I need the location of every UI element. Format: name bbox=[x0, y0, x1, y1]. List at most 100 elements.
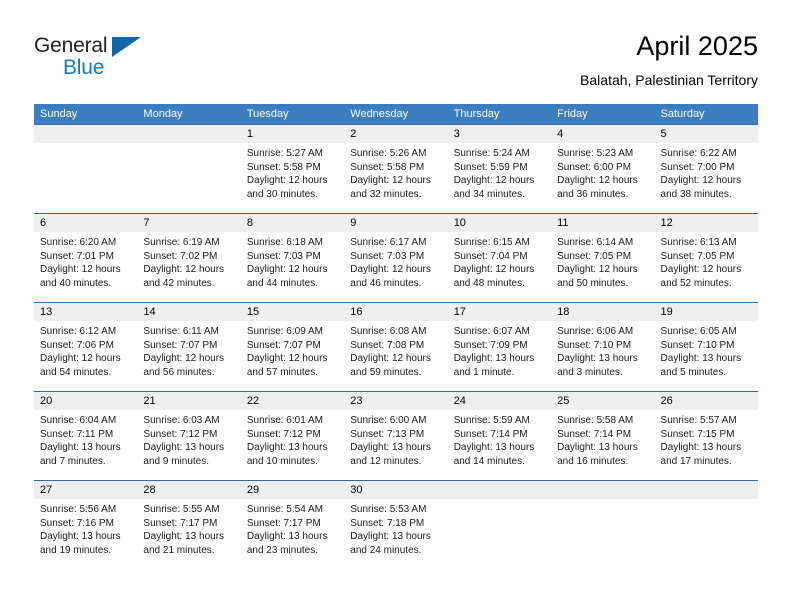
day-cell[interactable]: Sunrise: 5:55 AM Sunset: 7:17 PM Dayligh… bbox=[137, 499, 240, 569]
day-cell[interactable]: Sunrise: 6:00 AM Sunset: 7:13 PM Dayligh… bbox=[344, 410, 447, 480]
day-number[interactable]: 14 bbox=[137, 303, 240, 321]
sunrise-text: Sunrise: 6:09 AM bbox=[246, 326, 323, 337]
day-number[interactable]: 20 bbox=[34, 392, 137, 410]
day-number[interactable]: 22 bbox=[241, 392, 344, 410]
daylight-text-line1: Daylight: 12 hours bbox=[557, 175, 638, 186]
day-number[interactable]: 15 bbox=[241, 303, 344, 321]
week-daynumber-band: 1 2 3 4 5 bbox=[34, 125, 758, 143]
daylight-text-line2: and 46 minutes. bbox=[350, 277, 422, 289]
day-cell[interactable]: Sunrise: 5:26 AM Sunset: 5:58 PM Dayligh… bbox=[344, 143, 447, 213]
daylight-text-line2: and 16 minutes. bbox=[557, 455, 629, 467]
day-number[interactable]: 29 bbox=[241, 481, 344, 499]
day-cell[interactable]: Sunrise: 6:22 AM Sunset: 7:00 PM Dayligh… bbox=[655, 143, 758, 213]
day-number[interactable]: 17 bbox=[448, 303, 551, 321]
daylight-text-line2: and 56 minutes. bbox=[143, 366, 215, 378]
daylight-text-line1: Daylight: 12 hours bbox=[143, 353, 225, 364]
daylight-text-line1: Daylight: 12 hours bbox=[350, 264, 431, 275]
daylight-text-line2: and 23 minutes. bbox=[246, 544, 319, 556]
day-cell[interactable]: Sunrise: 6:13 AM Sunset: 7:05 PM Dayligh… bbox=[655, 232, 758, 302]
day-number[interactable]: 1 bbox=[241, 125, 344, 143]
sunset-text: Sunset: 7:03 PM bbox=[350, 250, 425, 262]
day-number[interactable] bbox=[655, 481, 758, 499]
daylight-text-line2: and 54 minutes. bbox=[40, 366, 112, 378]
day-number[interactable]: 16 bbox=[344, 303, 447, 321]
brand-name-blue: Blue bbox=[63, 56, 105, 79]
day-number[interactable]: 25 bbox=[551, 392, 654, 410]
daylight-text-line2: and 44 minutes. bbox=[246, 277, 319, 289]
day-number[interactable]: 3 bbox=[448, 125, 551, 143]
day-number[interactable]: 26 bbox=[655, 392, 758, 410]
day-number[interactable]: 8 bbox=[241, 214, 344, 232]
day-number[interactable] bbox=[34, 125, 137, 143]
daylight-text-line1: Daylight: 12 hours bbox=[143, 264, 225, 275]
day-number[interactable]: 10 bbox=[448, 214, 551, 232]
day-number[interactable]: 23 bbox=[344, 392, 447, 410]
day-number[interactable]: 12 bbox=[655, 214, 758, 232]
daylight-text-line1: Daylight: 13 hours bbox=[246, 531, 328, 542]
day-number[interactable]: 21 bbox=[137, 392, 240, 410]
day-cell[interactable]: Sunrise: 5:57 AM Sunset: 7:15 PM Dayligh… bbox=[655, 410, 758, 480]
day-cell[interactable] bbox=[655, 499, 758, 569]
day-cell[interactable] bbox=[551, 499, 654, 569]
day-cell[interactable]: Sunrise: 6:12 AM Sunset: 7:06 PM Dayligh… bbox=[34, 321, 137, 391]
day-cell[interactable]: Sunrise: 6:20 AM Sunset: 7:01 PM Dayligh… bbox=[34, 232, 137, 302]
day-cell[interactable]: Sunrise: 5:59 AM Sunset: 7:14 PM Dayligh… bbox=[448, 410, 551, 480]
weekday-header-row: Sunday Monday Tuesday Wednesday Thursday… bbox=[34, 104, 758, 124]
day-cell[interactable]: Sunrise: 5:27 AM Sunset: 5:58 PM Dayligh… bbox=[241, 143, 344, 213]
daylight-text-line1: Daylight: 13 hours bbox=[350, 442, 431, 453]
sunset-text: Sunset: 7:17 PM bbox=[143, 517, 218, 529]
day-cell[interactable] bbox=[34, 143, 137, 213]
day-number[interactable] bbox=[551, 481, 654, 499]
day-number[interactable] bbox=[448, 481, 551, 499]
day-number[interactable] bbox=[137, 125, 240, 143]
day-number[interactable]: 7 bbox=[137, 214, 240, 232]
weekday-header-friday: Friday bbox=[557, 108, 588, 120]
day-cell[interactable]: Sunrise: 6:15 AM Sunset: 7:04 PM Dayligh… bbox=[448, 232, 551, 302]
day-number[interactable]: 6 bbox=[34, 214, 137, 232]
day-number[interactable]: 30 bbox=[344, 481, 447, 499]
day-number[interactable]: 4 bbox=[551, 125, 654, 143]
day-cell[interactable]: Sunrise: 5:56 AM Sunset: 7:16 PM Dayligh… bbox=[34, 499, 137, 569]
day-cell[interactable]: Sunrise: 5:24 AM Sunset: 5:59 PM Dayligh… bbox=[448, 143, 551, 213]
day-number[interactable]: 9 bbox=[344, 214, 447, 232]
day-cell[interactable]: Sunrise: 6:07 AM Sunset: 7:09 PM Dayligh… bbox=[448, 321, 551, 391]
sunset-text: Sunset: 7:14 PM bbox=[453, 428, 528, 440]
day-cell[interactable]: Sunrise: 6:17 AM Sunset: 7:03 PM Dayligh… bbox=[344, 232, 447, 302]
daylight-text-line1: Daylight: 13 hours bbox=[40, 442, 121, 453]
day-cell[interactable]: Sunrise: 6:05 AM Sunset: 7:10 PM Dayligh… bbox=[655, 321, 758, 391]
day-cell[interactable]: Sunrise: 6:19 AM Sunset: 7:02 PM Dayligh… bbox=[137, 232, 240, 302]
daylight-text-line1: Daylight: 12 hours bbox=[350, 353, 431, 364]
day-number[interactable]: 24 bbox=[448, 392, 551, 410]
day-cell[interactable]: Sunrise: 6:09 AM Sunset: 7:07 PM Dayligh… bbox=[241, 321, 344, 391]
daylight-text-line2: and 21 minutes. bbox=[143, 544, 215, 556]
day-cell[interactable]: Sunrise: 6:18 AM Sunset: 7:03 PM Dayligh… bbox=[241, 232, 344, 302]
day-number[interactable]: 28 bbox=[137, 481, 240, 499]
day-cell[interactable]: Sunrise: 5:23 AM Sunset: 6:00 PM Dayligh… bbox=[551, 143, 654, 213]
day-cell[interactable]: Sunrise: 6:11 AM Sunset: 7:07 PM Dayligh… bbox=[137, 321, 240, 391]
day-cell[interactable]: Sunrise: 5:53 AM Sunset: 7:18 PM Dayligh… bbox=[344, 499, 447, 569]
day-cell[interactable]: Sunrise: 6:14 AM Sunset: 7:05 PM Dayligh… bbox=[551, 232, 654, 302]
day-cell[interactable]: Sunrise: 6:04 AM Sunset: 7:11 PM Dayligh… bbox=[34, 410, 137, 480]
sunset-text: Sunset: 7:10 PM bbox=[557, 339, 632, 351]
day-number[interactable]: 2 bbox=[344, 125, 447, 143]
day-cell[interactable]: Sunrise: 6:03 AM Sunset: 7:12 PM Dayligh… bbox=[137, 410, 240, 480]
day-cell[interactable] bbox=[137, 143, 240, 213]
day-number[interactable]: 18 bbox=[551, 303, 654, 321]
day-number[interactable]: 27 bbox=[34, 481, 137, 499]
sunset-text: Sunset: 7:08 PM bbox=[350, 339, 425, 351]
day-number[interactable]: 19 bbox=[655, 303, 758, 321]
sunrise-text: Sunrise: 5:24 AM bbox=[453, 148, 530, 159]
sunset-text: Sunset: 7:14 PM bbox=[557, 428, 632, 440]
sunset-text: Sunset: 7:13 PM bbox=[350, 428, 425, 440]
day-number[interactable]: 5 bbox=[655, 125, 758, 143]
day-number[interactable]: 13 bbox=[34, 303, 137, 321]
day-cell[interactable]: Sunrise: 6:06 AM Sunset: 7:10 PM Dayligh… bbox=[551, 321, 654, 391]
day-cell[interactable]: Sunrise: 6:08 AM Sunset: 7:08 PM Dayligh… bbox=[344, 321, 447, 391]
sunset-text: Sunset: 7:16 PM bbox=[40, 517, 114, 529]
sunrise-text: Sunrise: 5:56 AM bbox=[40, 504, 117, 515]
day-cell[interactable] bbox=[448, 499, 551, 569]
day-cell[interactable]: Sunrise: 5:54 AM Sunset: 7:17 PM Dayligh… bbox=[241, 499, 344, 569]
day-cell[interactable]: Sunrise: 5:58 AM Sunset: 7:14 PM Dayligh… bbox=[551, 410, 654, 480]
day-number[interactable]: 11 bbox=[551, 214, 654, 232]
day-cell[interactable]: Sunrise: 6:01 AM Sunset: 7:12 PM Dayligh… bbox=[241, 410, 344, 480]
